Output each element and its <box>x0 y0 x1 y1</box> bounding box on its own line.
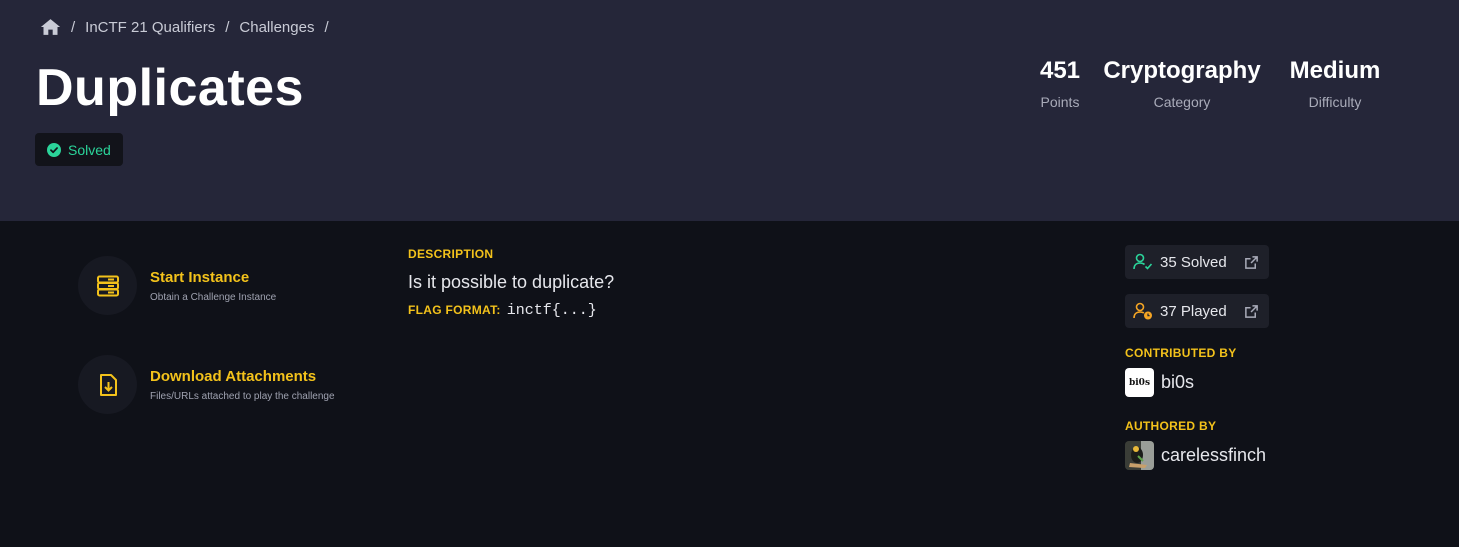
description-section: DESCRIPTION Is it possible to duplicate?… <box>408 247 614 319</box>
stat-label: Points <box>1040 94 1080 110</box>
author-name: carelessfinch <box>1161 445 1267 465</box>
description-text: Is it possible to duplicate? <box>408 272 615 292</box>
contributor-logo-text: bi0s <box>1128 377 1151 388</box>
external-link-icon <box>1245 255 1258 269</box>
played-count: 37 Played <box>1160 302 1227 320</box>
stat-points: 451 Points <box>1030 57 1090 110</box>
authored-by-heading: AUTHORED BY <box>1125 419 1217 433</box>
user-check-icon <box>1133 253 1153 270</box>
download-attachments-button[interactable]: Download Attachments Files/URLs attached… <box>78 355 335 414</box>
flag-format: FLAG FORMAT: inctf{...} <box>408 302 614 319</box>
status-label: Solved <box>68 141 111 158</box>
contributor-logo: bi0s <box>1125 368 1154 397</box>
status-badge: Solved <box>35 133 123 166</box>
author-link[interactable]: carelessfinch <box>1125 441 1266 470</box>
contributor-link[interactable]: bi0s bi0s <box>1125 368 1194 397</box>
flag-format-value: inctf{...} <box>506 302 597 319</box>
breadcrumb-item-event[interactable]: InCTF 21 Qualifiers <box>85 19 215 36</box>
server-icon-wrap <box>78 256 137 315</box>
stat-category: Cryptography Category <box>1102 57 1262 110</box>
stat-difficulty: Medium Difficulty <box>1285 57 1385 110</box>
bird-avatar-icon <box>1125 441 1154 470</box>
solved-count: 35 Solved <box>1160 253 1227 271</box>
stat-value: 451 <box>1039 57 1081 84</box>
external-link-icon <box>1245 304 1258 318</box>
home-icon[interactable] <box>40 18 61 36</box>
start-instance-button[interactable]: Start Instance Obtain a Challenge Instan… <box>78 256 276 315</box>
flag-format-label: FLAG FORMAT: <box>408 303 501 317</box>
check-circle-icon <box>47 142 61 157</box>
solved-count-button[interactable]: 35 Solved <box>1125 245 1269 279</box>
stat-value: Medium <box>1289 57 1381 84</box>
action-title: Download Attachments <box>150 367 317 385</box>
stat-label: Difficulty <box>1308 94 1362 110</box>
page-title: Duplicates <box>36 59 304 117</box>
breadcrumb-separator: / <box>225 18 230 36</box>
download-file-icon <box>99 373 117 396</box>
breadcrumb-item-challenges[interactable]: Challenges <box>239 19 314 36</box>
contributed-by-heading: CONTRIBUTED BY <box>1125 346 1237 360</box>
stat-label: Category <box>1153 94 1211 110</box>
stat-value: Cryptography <box>1103 57 1261 84</box>
contributor-name: bi0s <box>1161 372 1195 392</box>
action-title: Start Instance <box>150 268 250 286</box>
user-clock-icon <box>1133 302 1152 320</box>
download-icon-wrap <box>78 355 137 414</box>
breadcrumb-separator: / <box>71 18 76 36</box>
action-subtitle: Obtain a Challenge Instance <box>150 291 277 303</box>
played-count-button[interactable]: 37 Played <box>1125 294 1269 328</box>
server-icon <box>96 275 119 296</box>
challenge-header: / InCTF 21 Qualifiers / Challenges / Dup… <box>0 0 1459 221</box>
breadcrumb: / InCTF 21 Qualifiers / Challenges / <box>40 18 339 36</box>
description-heading: DESCRIPTION <box>408 247 494 261</box>
author-avatar <box>1125 441 1154 470</box>
action-subtitle: Files/URLs attached to play the challeng… <box>150 390 335 402</box>
breadcrumb-separator: / <box>324 18 329 36</box>
